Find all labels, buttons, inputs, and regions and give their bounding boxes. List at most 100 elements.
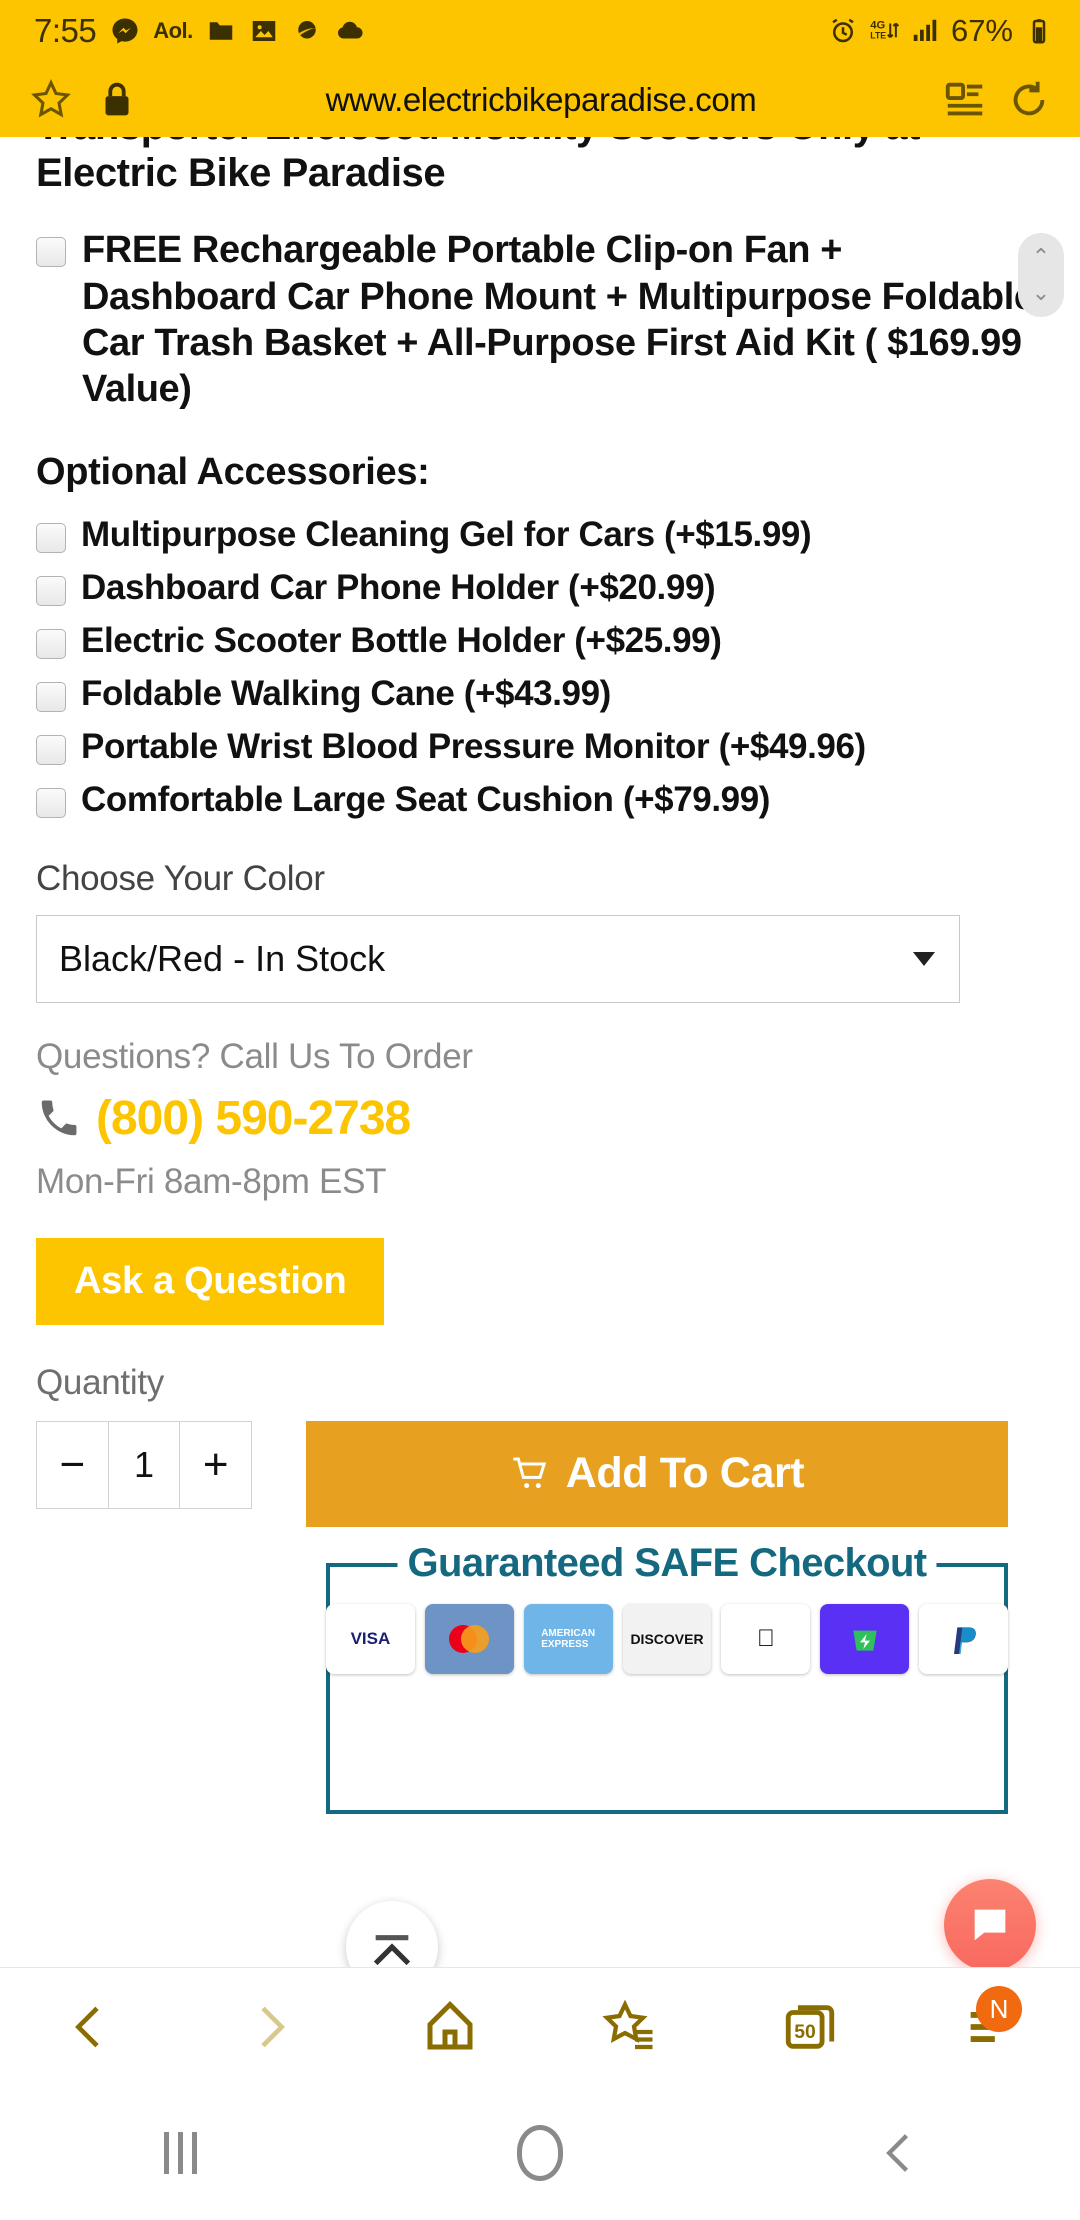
accessory-label: Foldable Walking Cane (+$43.99)	[81, 673, 611, 713]
battery-icon	[1032, 19, 1046, 44]
page-scroll-widget[interactable]: ⌃ ⌄	[1018, 233, 1064, 317]
star-bookmark-icon[interactable]	[28, 77, 74, 123]
free-offer-label: FREE Rechargeable Portable Clip-on Fan +…	[82, 229, 1035, 411]
safe-checkout-title: Guaranteed SAFE Checkout	[397, 1540, 937, 1586]
android-navigation-bar	[0, 2085, 1080, 2220]
chat-bubble-icon	[974, 1909, 1006, 1941]
ask-a-question-button[interactable]: Ask a Question	[36, 1237, 385, 1325]
lte-icon: 4G LTE	[870, 20, 899, 41]
list-item[interactable]: Portable Wrist Blood Pressure Monitor (+…	[36, 726, 1044, 768]
folder-icon	[209, 22, 233, 40]
browser-bookmarks-button[interactable]	[540, 1968, 720, 2085]
lock-icon	[105, 82, 129, 115]
battery-percent-label: 67%	[950, 13, 1013, 48]
accessory-checkbox[interactable]	[36, 734, 66, 765]
tabs-count: 50	[794, 2021, 816, 2042]
url-text[interactable]: www.electricbikeparadise.com	[140, 81, 942, 119]
quantity-value[interactable]: 1	[109, 1421, 181, 1508]
page-title: Transporter Enclosed Mobility Scooters O…	[36, 137, 920, 196]
accessory-label: Dashboard Car Phone Holder (+$20.99)	[81, 567, 716, 607]
android-back-button[interactable]	[720, 2127, 1080, 2179]
back-chevron-icon	[886, 2133, 909, 2172]
quantity-increment-button[interactable]: +	[180, 1422, 251, 1508]
safe-checkout-section: Guaranteed SAFE Checkout VISA AMERICAN EX…	[326, 1540, 1009, 1814]
phone-number[interactable]: (800) 590-2738	[96, 1091, 411, 1146]
apple-pay-icon: 	[721, 1603, 811, 1674]
page-content: Transporter Enclosed Mobility Scooters O…	[0, 137, 1080, 1814]
saturn-icon	[295, 21, 319, 39]
list-item[interactable]: Dashboard Car Phone Holder (+$20.99)	[36, 567, 1044, 609]
purchase-row: − 1 + Add To Cart	[36, 1420, 1044, 1527]
signal-icon	[913, 19, 937, 41]
reader-view-icon[interactable]	[942, 77, 988, 123]
cloud-icon	[337, 21, 363, 39]
add-to-cart-button[interactable]: Add To Cart	[306, 1420, 1008, 1527]
free-offer-checkbox[interactable]	[36, 237, 66, 268]
messenger-icon	[112, 18, 138, 44]
status-bar-right: 4G LTE 67%	[828, 13, 1054, 49]
list-item[interactable]: Foldable Walking Cane (+$43.99)	[36, 673, 1044, 715]
android-recents-button[interactable]	[0, 2131, 360, 2174]
menu-badge: N	[976, 1986, 1022, 2032]
quantity-decrement-button[interactable]: −	[37, 1421, 109, 1508]
accessory-label: Multipurpose Cleaning Gel for Cars (+$15…	[81, 514, 812, 554]
accessory-checkbox[interactable]	[36, 522, 66, 553]
scroll-to-top-icon	[373, 1935, 411, 1966]
accessory-label: Comfortable Large Seat Cushion (+$79.99)	[81, 779, 771, 819]
alarm-icon	[832, 18, 854, 43]
browser-forward-button[interactable]	[180, 1968, 360, 2085]
color-select-value: Black/Red - In Stock	[59, 937, 386, 979]
android-home-button[interactable]	[360, 2124, 720, 2181]
refresh-icon[interactable]	[1006, 77, 1052, 123]
phone-line[interactable]: (800) 590-2738	[36, 1091, 1044, 1146]
mastercard-icon	[424, 1603, 514, 1674]
bookmark-star-icon	[602, 1999, 653, 2049]
phone-icon	[41, 1100, 77, 1136]
web-page-viewport[interactable]: Transporter Enclosed Mobility Scooters O…	[0, 137, 1080, 1967]
business-hours: Mon-Fri 8am-8pm EST	[36, 1161, 387, 1201]
browser-menu-button[interactable]: N	[900, 1968, 1080, 2085]
call-us-label: Questions? Call Us To Order	[36, 1036, 473, 1076]
free-offer-row[interactable]: FREE Rechargeable Portable Clip-on Fan +…	[36, 227, 1044, 412]
status-bar-left: 7:55 Aol.	[34, 12, 365, 50]
cart-icon	[513, 1457, 546, 1488]
accessory-checkbox[interactable]	[36, 787, 66, 818]
browser-back-button[interactable]	[0, 1968, 180, 2085]
chevron-up-icon[interactable]: ⌃	[1032, 246, 1050, 268]
browser-home-button[interactable]	[360, 1968, 540, 2085]
accessory-checkbox[interactable]	[36, 575, 66, 606]
discover-icon: DISCOVER	[622, 1603, 712, 1674]
paypal-icon	[919, 1603, 1009, 1674]
amex-icon: AMERICAN EXPRESS	[523, 1603, 613, 1674]
payment-cards: VISA AMERICANEXPRESS DISCOVER 	[326, 1603, 1009, 1674]
list-item[interactable]: Multipurpose Cleaning Gel for Cars (+$15…	[36, 514, 1044, 556]
quantity-label: Quantity	[36, 1362, 164, 1402]
browser-tabs-button[interactable]: 50	[720, 1968, 900, 2085]
home-icon	[427, 2000, 473, 2049]
list-item[interactable]: Electric Scooter Bottle Holder (+$25.99)	[36, 620, 1044, 662]
optional-accessories-heading: Optional Accessories:	[36, 450, 430, 493]
chat-button[interactable]	[944, 1879, 1036, 1967]
visa-icon: VISA	[326, 1603, 415, 1674]
browser-address-bar[interactable]: www.electricbikeparadise.com	[0, 62, 1080, 137]
browser-bottom-toolbar: 50 N	[0, 1967, 1080, 2085]
accessory-checkbox[interactable]	[36, 628, 66, 659]
choose-color-label: Choose Your Color	[36, 858, 325, 898]
status-bar-clock: 7:55	[34, 12, 97, 49]
accessory-label: Portable Wrist Blood Pressure Monitor (+…	[81, 726, 866, 766]
aol-icon: Aol.	[153, 18, 193, 43]
quantity-stepper[interactable]: − 1 +	[36, 1420, 252, 1509]
list-item[interactable]: Comfortable Large Seat Cushion (+$79.99)	[36, 779, 1044, 821]
scroll-to-top-button[interactable]	[346, 1901, 438, 1967]
accessory-label: Electric Scooter Bottle Holder (+$25.99)	[81, 620, 722, 660]
chevron-down-icon[interactable]: ⌄	[1032, 282, 1050, 304]
color-select[interactable]: Black/Red - In Stock	[36, 914, 960, 1003]
safe-checkout-bracket	[326, 1562, 1008, 1814]
recents-icon	[163, 2131, 197, 2174]
status-bar: 7:55 Aol. 4G LTE 67%	[0, 0, 1080, 62]
accessory-checkbox[interactable]	[36, 681, 66, 712]
chevron-left-icon	[75, 2006, 99, 2047]
chevron-down-icon	[913, 951, 935, 966]
add-to-cart-label: Add To Cart	[565, 1449, 805, 1498]
shop-pay-icon	[820, 1603, 910, 1674]
